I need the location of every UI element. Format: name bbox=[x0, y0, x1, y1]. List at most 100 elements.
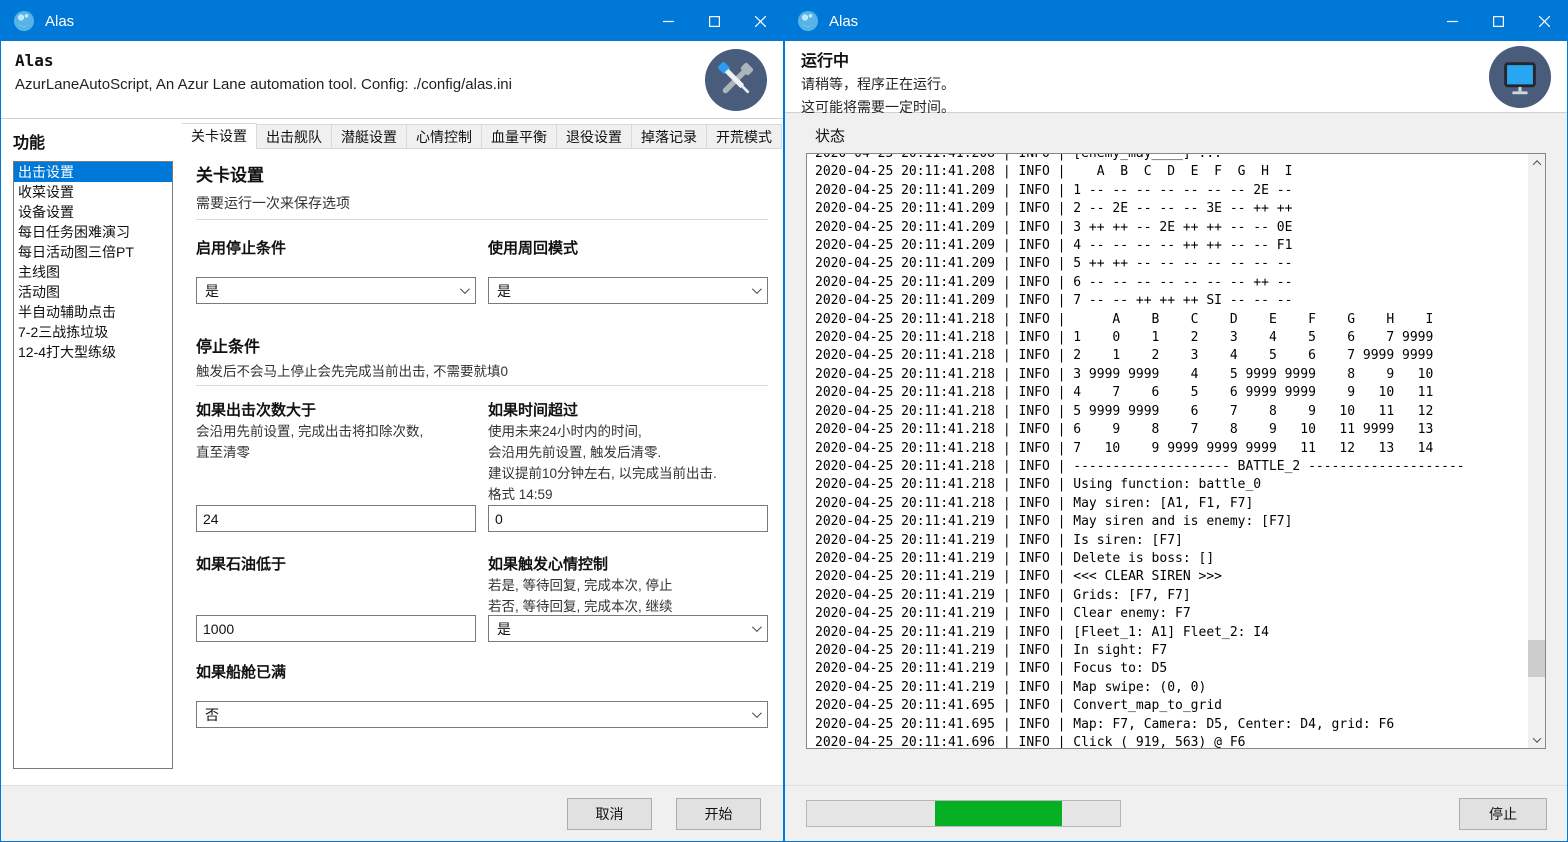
tab[interactable]: 掉落记录 bbox=[632, 124, 707, 149]
log-line: 2020-04-25 20:11:41.219 | INFO | Delete … bbox=[815, 550, 1528, 568]
scroll-down-icon[interactable] bbox=[1528, 731, 1545, 748]
stop-condition-desc: 触发后不会马上停止会先完成当前出击, 不需要就填0 bbox=[196, 361, 508, 382]
sidebar: 功能 出击设置 收菜设置 设备设置 每日任务困难演习 每日活动图三倍PT 主线图 bbox=[1, 119, 182, 785]
log-line: 2020-04-25 20:11:41.219 | INFO | <<< CLE… bbox=[815, 568, 1528, 586]
settings-content: 关卡设置 出击舰队 潜艇设置 心情控制 血量平衡 退役设置 掉落记录 开荒模式 bbox=[182, 119, 783, 785]
running-title: 运行中 bbox=[801, 47, 1567, 71]
close-button[interactable] bbox=[737, 1, 783, 41]
progress-indicator bbox=[935, 801, 1062, 826]
minimize-button[interactable] bbox=[1429, 1, 1475, 41]
loop-mode-value: 是 bbox=[497, 281, 511, 301]
log-line: 2020-04-25 20:11:41.218 | INFO | -------… bbox=[815, 458, 1528, 476]
sidebar-item[interactable]: 主线图 bbox=[14, 262, 172, 282]
tab[interactable]: 退役设置 bbox=[557, 124, 632, 149]
emotion-value: 是 bbox=[497, 619, 511, 639]
log-line: 2020-04-25 20:11:41.209 | INFO | 3 ++ ++… bbox=[815, 219, 1528, 237]
emotion-select[interactable]: 是 bbox=[488, 615, 768, 642]
emotion-desc: 若是, 等待回复, 完成本次, 停止 若否, 等待回复, 完成本次, 继续 bbox=[488, 575, 673, 617]
sidebar-item[interactable]: 收菜设置 bbox=[14, 182, 172, 202]
alas-logo-icon bbox=[13, 10, 35, 32]
log-line: 2020-04-25 20:11:41.219 | INFO | May sir… bbox=[815, 513, 1528, 531]
tab[interactable]: 开荒模式 bbox=[707, 124, 782, 149]
stop-button[interactable]: 停止 bbox=[1459, 798, 1547, 830]
window-title: Alas bbox=[45, 13, 645, 30]
tab[interactable]: 血量平衡 bbox=[482, 124, 557, 149]
tab-bar: 关卡设置 出击舰队 潜艇设置 心情控制 血量平衡 退役设置 掉落记录 开荒模式 bbox=[182, 123, 783, 149]
tab[interactable]: 关卡设置 bbox=[182, 123, 257, 149]
tab[interactable]: 出击舰队 bbox=[257, 124, 332, 149]
log-line: 2020-04-25 20:11:41.218 | INFO | Using f… bbox=[815, 476, 1528, 494]
alas-logo-icon bbox=[797, 10, 819, 32]
chevron-down-icon bbox=[752, 708, 762, 718]
sidebar-item[interactable]: 出击设置 bbox=[14, 162, 172, 182]
cancel-button[interactable]: 取消 bbox=[567, 798, 652, 830]
chevron-down-icon bbox=[752, 622, 762, 632]
scrollbar-thumb[interactable] bbox=[1528, 640, 1545, 677]
log-line: 2020-04-25 20:11:41.218 | INFO | 3 9999 … bbox=[815, 366, 1528, 384]
log-box: 2020-04-25 20:11:41.208 | INFO | [enemy_… bbox=[806, 153, 1546, 749]
sidebar-item[interactable]: 7-2三战拣垃圾 bbox=[14, 322, 172, 342]
stop-condition-title: 停止条件 bbox=[196, 333, 260, 357]
emotion-label: 如果触发心情控制 bbox=[488, 553, 608, 574]
minimize-button[interactable] bbox=[645, 1, 691, 41]
sidebar-item[interactable]: 半自动辅助点击 bbox=[14, 302, 172, 322]
log-line: 2020-04-25 20:11:41.219 | INFO | Focus t… bbox=[815, 660, 1528, 678]
app-title: Alas bbox=[15, 51, 783, 70]
time-gt-input[interactable] bbox=[488, 505, 768, 532]
log-line: 2020-04-25 20:11:41.218 | INFO | May sir… bbox=[815, 495, 1528, 513]
time-gt-desc: 使用未来24小时内的时间, 会沿用先前设置, 触发后清零. 建议提前10分钟左右… bbox=[488, 421, 717, 505]
log-line: 2020-04-25 20:11:41.219 | INFO | Map swi… bbox=[815, 679, 1528, 697]
log-line: 2020-04-25 20:11:41.219 | INFO | Is sire… bbox=[815, 532, 1528, 550]
loop-mode-select[interactable]: 是 bbox=[488, 277, 768, 304]
log-line: 2020-04-25 20:11:41.209 | INFO | 1 -- --… bbox=[815, 182, 1528, 200]
start-button[interactable]: 开始 bbox=[676, 798, 761, 830]
titlebar[interactable]: Alas bbox=[1, 1, 783, 41]
time-gt-label: 如果时间超过 bbox=[488, 399, 578, 420]
log-line: 2020-04-25 20:11:41.218 | INFO | 2 1 2 3… bbox=[815, 347, 1528, 365]
log-line: 2020-04-25 20:11:41.218 | INFO | 6 9 8 7… bbox=[815, 421, 1528, 439]
pane-subtitle: 需要运行一次来保存选项 bbox=[196, 193, 350, 213]
log-line: 2020-04-25 20:11:41.696 | INFO | Click (… bbox=[815, 734, 1528, 748]
running-line1: 请稍等，程序正在运行。 bbox=[801, 74, 1567, 94]
log-line: 2020-04-25 20:11:41.218 | INFO | 1 0 1 2… bbox=[815, 329, 1528, 347]
log-line: 2020-04-25 20:11:41.209 | INFO | 4 -- --… bbox=[815, 237, 1528, 255]
sidebar-item[interactable]: 每日活动图三倍PT bbox=[14, 242, 172, 262]
maximize-button[interactable] bbox=[1475, 1, 1521, 41]
dock-full-label: 如果船舱已满 bbox=[196, 661, 286, 682]
dock-full-select[interactable]: 否 bbox=[196, 701, 768, 728]
monitor-icon bbox=[1489, 46, 1551, 108]
log-line: 2020-04-25 20:11:41.219 | INFO | Grids: … bbox=[815, 587, 1528, 605]
progress-bar bbox=[806, 800, 1121, 827]
tab[interactable]: 心情控制 bbox=[407, 124, 482, 149]
oil-lt-label: 如果石油低于 bbox=[196, 553, 286, 574]
scroll-up-icon[interactable] bbox=[1528, 154, 1545, 171]
desktop: Alas Alas AzurLaneAutoScript, An Azur La… bbox=[0, 0, 1568, 842]
log-line: 2020-04-25 20:11:41.209 | INFO | 5 ++ ++… bbox=[815, 255, 1528, 273]
maximize-button[interactable] bbox=[691, 1, 737, 41]
titlebar[interactable]: Alas bbox=[785, 1, 1567, 41]
log-line: 2020-04-25 20:11:41.218 | INFO | 4 7 6 5… bbox=[815, 384, 1528, 402]
settings-window: Alas Alas AzurLaneAutoScript, An Azur La… bbox=[0, 0, 784, 842]
log-line: 2020-04-25 20:11:41.209 | INFO | 2 -- 2E… bbox=[815, 200, 1528, 218]
status-area: 状态 2020-04-25 20:11:41.208 | INFO | [ene… bbox=[785, 113, 1567, 785]
sidebar-item[interactable]: 活动图 bbox=[14, 282, 172, 302]
sidebar-item[interactable]: 每日任务困难演习 bbox=[14, 222, 172, 242]
tab[interactable]: 潜艇设置 bbox=[332, 124, 407, 149]
log-scrollbar[interactable] bbox=[1528, 154, 1545, 748]
enable-stop-select[interactable]: 是 bbox=[196, 277, 476, 304]
enable-stop-value: 是 bbox=[205, 281, 219, 301]
settings-footer: 取消 开始 bbox=[1, 785, 783, 841]
count-gt-input[interactable] bbox=[196, 505, 476, 532]
sidebar-item[interactable]: 12-4打大型练级 bbox=[14, 342, 172, 362]
running-window: Alas 运行中 请稍等，程序正在运行。 这可能将需要一定时间。 bbox=[784, 0, 1568, 842]
log-line: 2020-04-25 20:11:41.218 | INFO | 5 9999 … bbox=[815, 403, 1528, 421]
divider bbox=[196, 219, 768, 220]
sidebar-title: 功能 bbox=[13, 129, 182, 153]
sidebar-item[interactable]: 设备设置 bbox=[14, 202, 172, 222]
log-line: 2020-04-25 20:11:41.219 | INFO | Clear e… bbox=[815, 605, 1528, 623]
close-button[interactable] bbox=[1521, 1, 1567, 41]
app-subtitle: AzurLaneAutoScript, An Azur Lane automat… bbox=[15, 76, 783, 93]
oil-lt-input[interactable] bbox=[196, 615, 476, 642]
chevron-down-icon bbox=[752, 284, 762, 294]
log-output[interactable]: 2020-04-25 20:11:41.208 | INFO | [enemy_… bbox=[807, 154, 1528, 748]
